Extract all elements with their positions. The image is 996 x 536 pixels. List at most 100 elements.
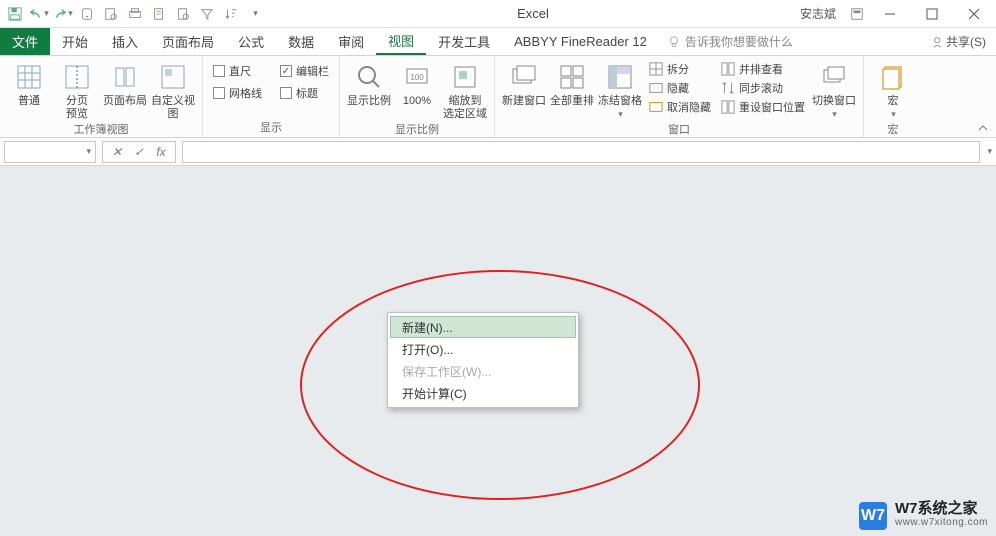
page-break-icon: [61, 61, 93, 93]
minimize-button[interactable]: [872, 2, 908, 26]
normal-view-icon: [13, 61, 45, 93]
share-icon: [932, 35, 946, 49]
context-menu: 新建(N)... 打开(O)... 保存工作区(W)... 开始计算(C): [387, 312, 579, 408]
tab-abbyy[interactable]: ABBYY FineReader 12: [502, 28, 659, 55]
macros-button[interactable]: 宏▾: [870, 59, 916, 121]
print-preview-icon[interactable]: [100, 3, 122, 25]
checkbox-gridlines[interactable]: 网格线: [213, 85, 262, 101]
tab-home[interactable]: 开始: [50, 28, 100, 55]
share-button[interactable]: 共享(S): [922, 28, 996, 55]
group-label-macros: 宏: [870, 121, 916, 137]
ribbon-options-icon[interactable]: [848, 5, 866, 23]
filter-icon[interactable]: [196, 3, 218, 25]
unhide-icon: [649, 100, 663, 114]
checkbox-formula-bar[interactable]: 编辑栏: [280, 63, 329, 79]
formula-bar-buttons: ✕ ✓ fx: [102, 141, 176, 163]
tab-page-layout[interactable]: 页面布局: [150, 28, 226, 55]
freeze-panes-icon: [604, 61, 636, 93]
close-button[interactable]: [956, 2, 992, 26]
split-button[interactable]: 拆分: [649, 61, 711, 77]
group-macros: 宏▾ 宏: [864, 56, 922, 137]
user-name: 安志斌: [800, 5, 836, 22]
quick-access-toolbar: ▾ ▾ ▾: [4, 3, 266, 25]
zoom-icon: [353, 61, 385, 93]
group-label-zoom: 显示比例: [346, 121, 488, 137]
arrange-all-button[interactable]: 全部重排: [549, 59, 595, 108]
reset-window-button[interactable]: 重设窗口位置: [721, 99, 805, 115]
save-icon[interactable]: [4, 3, 26, 25]
unhide-button[interactable]: 取消隐藏: [649, 99, 711, 115]
tell-me-placeholder: 告诉我你想要做什么: [685, 33, 793, 50]
freeze-panes-button[interactable]: 冻结窗格▾: [597, 59, 643, 121]
group-label-show: 显示: [209, 119, 333, 135]
qat-more-icon[interactable]: ▾: [244, 3, 266, 25]
checkbox-ruler[interactable]: 直尺: [213, 63, 262, 79]
redo-icon[interactable]: ▾: [52, 3, 74, 25]
page-layout-icon: [109, 61, 141, 93]
tell-me-search[interactable]: 告诉我你想要做什么: [667, 28, 793, 55]
split-icon: [649, 62, 663, 76]
group-workbook-views: 普通 分页 预览 页面布局 自定义视图 工作簿视图: [0, 56, 203, 137]
tab-view[interactable]: 视图: [376, 28, 426, 55]
app-title: Excel: [266, 6, 800, 21]
quick-print-icon[interactable]: [124, 3, 146, 25]
tab-data[interactable]: 数据: [276, 28, 326, 55]
sort-icon[interactable]: [220, 3, 242, 25]
page-layout-view-button[interactable]: 页面布局: [102, 59, 148, 108]
group-label-workbook-views: 工作簿视图: [6, 121, 196, 137]
collapse-ribbon-button[interactable]: [974, 121, 992, 135]
sync-scroll-icon: [721, 81, 735, 95]
tab-file[interactable]: 文件: [0, 28, 50, 55]
insert-function-button[interactable]: fx: [151, 145, 171, 159]
tab-developer[interactable]: 开发工具: [426, 28, 502, 55]
hide-button[interactable]: 隐藏: [649, 80, 711, 96]
switch-windows-icon: [818, 61, 850, 93]
ribbon-tabs: 文件 开始 插入 页面布局 公式 数据 审阅 视图 开发工具 ABBYY Fin…: [0, 28, 996, 56]
zoom-100-button[interactable]: 100100%: [394, 59, 440, 108]
new-file-icon[interactable]: [148, 3, 170, 25]
menu-item-open[interactable]: 打开(O)...: [390, 338, 576, 360]
group-show: 直尺 网格线 编辑栏 标题 显示: [203, 56, 340, 137]
side-by-side-icon: [721, 62, 735, 76]
zoom-button[interactable]: 显示比例: [346, 59, 392, 108]
menu-item-calculate[interactable]: 开始计算(C): [390, 382, 576, 404]
group-window: 新建窗口 全部重排 冻结窗格▾ 拆分 隐藏 取消隐藏 并排查看 同步滚动 重设窗…: [495, 56, 864, 137]
ribbon: 普通 分页 预览 页面布局 自定义视图 工作簿视图 直尺 网格线 编辑栏 标题 …: [0, 56, 996, 138]
new-window-button[interactable]: 新建窗口: [501, 59, 547, 108]
watermark-logo: W7: [859, 502, 887, 530]
cancel-formula-button[interactable]: ✕: [107, 145, 127, 159]
menu-item-new[interactable]: 新建(N)...: [390, 316, 576, 338]
tab-insert[interactable]: 插入: [100, 28, 150, 55]
maximize-button[interactable]: [914, 2, 950, 26]
tab-formulas[interactable]: 公式: [226, 28, 276, 55]
watermark-title: W7系统之家: [895, 502, 988, 516]
watermark: W7 W7系统之家 www.w7xitong.com: [859, 502, 988, 530]
arrange-all-icon: [556, 61, 588, 93]
custom-views-button[interactable]: 自定义视图: [150, 59, 196, 121]
switch-windows-button[interactable]: 切换窗口▾: [811, 59, 857, 121]
watermark-url: www.w7xitong.com: [895, 516, 988, 530]
title-bar: ▾ ▾ ▾ Excel 安志斌: [0, 0, 996, 28]
view-side-by-side-button[interactable]: 并排查看: [721, 61, 805, 77]
window-controls: 安志斌: [800, 2, 992, 26]
expand-formula-bar-icon[interactable]: ▾: [987, 146, 992, 157]
custom-views-icon: [157, 61, 189, 93]
enter-formula-button[interactable]: ✓: [129, 145, 149, 159]
group-zoom: 显示比例 100100% 缩放到 选定区域 显示比例: [340, 56, 495, 137]
undo-icon[interactable]: ▾: [28, 3, 50, 25]
formula-input[interactable]: [182, 141, 980, 163]
normal-view-button[interactable]: 普通: [6, 59, 52, 108]
new-window-icon: [508, 61, 540, 93]
menu-item-save-workspace: 保存工作区(W)...: [390, 360, 576, 382]
zoom-selection-button[interactable]: 缩放到 选定区域: [442, 59, 488, 121]
sync-scroll-button[interactable]: 同步滚动: [721, 80, 805, 96]
touch-mode-icon[interactable]: [76, 3, 98, 25]
group-label-window: 窗口: [501, 121, 857, 137]
macros-icon: [877, 61, 909, 93]
name-box[interactable]: ▾: [4, 141, 96, 163]
lightbulb-icon: [667, 35, 681, 49]
page-break-preview-button[interactable]: 分页 预览: [54, 59, 100, 121]
checkbox-headings[interactable]: 标题: [280, 85, 329, 101]
open-file-icon[interactable]: [172, 3, 194, 25]
tab-review[interactable]: 审阅: [326, 28, 376, 55]
